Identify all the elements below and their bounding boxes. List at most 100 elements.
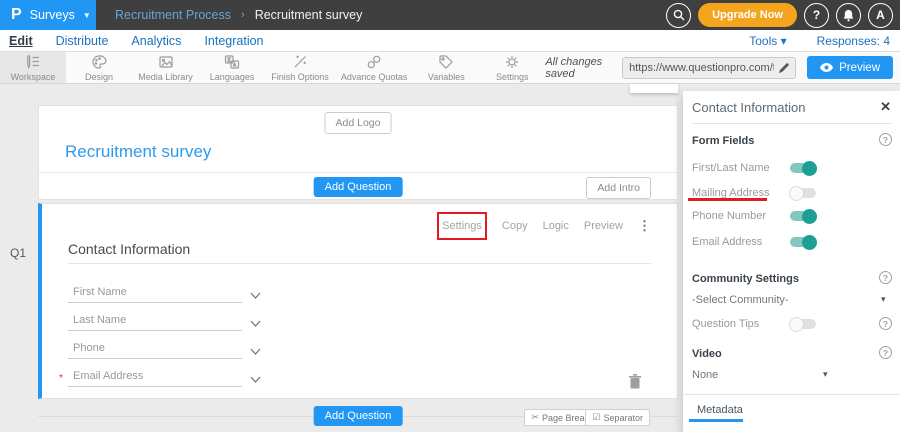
survey-title[interactable]: Recruitment survey bbox=[65, 142, 211, 162]
question-card[interactable]: Settings Copy Logic Preview ⋮ Contact In… bbox=[38, 203, 678, 399]
field-underline bbox=[68, 330, 242, 331]
toggle-knob bbox=[802, 209, 817, 224]
chevron-down-icon[interactable] bbox=[250, 286, 261, 304]
toolbar-item-languages[interactable]: Languages bbox=[199, 52, 265, 83]
toolbar-item-workspace[interactable]: Workspace bbox=[0, 52, 66, 83]
toolbar-item-finish-options[interactable]: Finish Options bbox=[265, 52, 335, 83]
chevron-down-icon[interactable]: ▾ bbox=[823, 369, 828, 380]
question-more-menu[interactable]: ⋮ bbox=[638, 218, 651, 234]
save-status: All changes saved bbox=[545, 56, 611, 80]
section-nav: Edit Distribute Analytics Integration To… bbox=[0, 30, 900, 52]
community-select[interactable]: -Select Community- bbox=[692, 294, 789, 306]
field-row-email: * Email Address bbox=[68, 360, 278, 388]
upgrade-now-button[interactable]: Upgrade Now bbox=[698, 3, 797, 27]
toggle-mailing-address[interactable] bbox=[790, 188, 816, 198]
chevron-down-icon[interactable] bbox=[250, 314, 261, 332]
scissors-icon: ✂ bbox=[531, 412, 539, 423]
toggle-first-last-name[interactable] bbox=[790, 163, 816, 173]
toolbar-item-advance-quotas[interactable]: Advance Quotas bbox=[335, 52, 413, 83]
tab-analytics[interactable]: Analytics bbox=[131, 34, 181, 48]
edit-pencil-icon[interactable] bbox=[779, 63, 789, 73]
question-copy-button[interactable]: Copy bbox=[502, 220, 528, 232]
nav-right: Tools ▾ Responses: 4 bbox=[749, 34, 900, 48]
toggle-label-phone-number: Phone Number bbox=[692, 210, 766, 222]
questionpro-survey-editor: P Surveys ▼ Recruitment Process › Recrui… bbox=[0, 0, 900, 432]
account-avatar[interactable]: A bbox=[868, 3, 893, 28]
tab-edit[interactable]: Edit bbox=[9, 34, 33, 48]
responses-count[interactable]: Responses: 4 bbox=[817, 34, 890, 48]
preview-button[interactable]: Preview bbox=[807, 56, 893, 79]
add-question-button[interactable]: Add Question bbox=[314, 177, 403, 197]
help-icon[interactable]: ? bbox=[879, 346, 892, 359]
toggle-phone-number[interactable] bbox=[790, 211, 816, 221]
help-icon[interactable]: ? bbox=[879, 317, 892, 330]
panel-header: Contact Information ✕ bbox=[692, 99, 891, 115]
required-marker: * bbox=[59, 373, 63, 384]
annotation-underline-mailing-address bbox=[688, 198, 767, 201]
question-actions: Settings Copy Logic Preview ⋮ bbox=[437, 212, 651, 240]
toolbar-item-settings[interactable]: Settings bbox=[479, 52, 545, 83]
toggle-knob bbox=[802, 161, 817, 176]
tab-metadata[interactable]: Metadata bbox=[697, 404, 743, 416]
survey-url-value: https://www.questionpro.com/t/APNrFZ bbox=[629, 62, 774, 74]
toolbar-item-variables[interactable]: Variables bbox=[413, 52, 479, 83]
chevron-down-icon[interactable]: ▾ bbox=[881, 294, 886, 305]
checkbox-icon: ☑ bbox=[592, 412, 600, 423]
field-label: First Name bbox=[73, 286, 127, 298]
question-logic-button[interactable]: Logic bbox=[543, 220, 569, 232]
toolbar-item-design[interactable]: Design bbox=[66, 52, 132, 83]
add-question-button-bottom[interactable]: Add Question bbox=[314, 406, 403, 426]
tools-menu[interactable]: Tools ▾ bbox=[749, 34, 786, 48]
tab-distribute[interactable]: Distribute bbox=[56, 34, 109, 48]
wand-icon bbox=[292, 54, 308, 70]
toggle-email-address[interactable] bbox=[790, 237, 816, 247]
tag-icon bbox=[438, 54, 454, 70]
community-settings-heading: Community Settings bbox=[692, 273, 799, 285]
contact-fields: * First Name * Last Name * Phone bbox=[68, 276, 278, 388]
add-logo-button[interactable]: Add Logo bbox=[325, 112, 392, 134]
help-button[interactable]: ? bbox=[804, 3, 829, 28]
nav-tabs: Edit Distribute Analytics Integration bbox=[0, 34, 264, 48]
separator-button[interactable]: ☑ Separator bbox=[585, 409, 650, 426]
toggle-knob bbox=[802, 235, 817, 250]
search-icon bbox=[673, 9, 685, 21]
field-underline bbox=[68, 302, 242, 303]
help-icon[interactable]: ? bbox=[879, 271, 892, 284]
question-title[interactable]: Contact Information bbox=[68, 241, 190, 257]
question-settings-button[interactable]: Settings bbox=[442, 220, 482, 232]
chevron-down-icon[interactable] bbox=[250, 342, 261, 360]
field-underline bbox=[68, 358, 242, 359]
add-question-row: Add Question ✂ Page Break ☑ Separator bbox=[38, 403, 678, 430]
add-intro-button[interactable]: Add Intro bbox=[586, 177, 651, 199]
content-top-corner bbox=[630, 84, 678, 93]
survey-header-actions: Add Question Add Intro bbox=[39, 172, 677, 199]
trash-icon bbox=[629, 374, 641, 389]
breadcrumb-survey-name[interactable]: Recruitment survey bbox=[255, 8, 363, 22]
close-icon[interactable]: ✕ bbox=[880, 99, 891, 115]
toggle-question-tips[interactable] bbox=[790, 319, 816, 329]
tab-integration[interactable]: Integration bbox=[204, 34, 263, 48]
field-row-last-name: * Last Name bbox=[68, 304, 278, 332]
survey-url-field[interactable]: https://www.questionpro.com/t/APNrFZ bbox=[622, 57, 796, 79]
editor-toolbar: Workspace Design Media Library Languages bbox=[0, 52, 900, 84]
chevron-down-icon[interactable] bbox=[250, 370, 261, 388]
toggle-label-first-last-name: First/Last Name bbox=[692, 162, 770, 174]
breadcrumb-folder[interactable]: Recruitment Process bbox=[115, 8, 231, 22]
metadata-active-underline bbox=[689, 419, 743, 422]
field-row-first-name: * First Name bbox=[68, 276, 278, 304]
bell-icon bbox=[842, 9, 855, 22]
top-header-bar: P Surveys ▼ Recruitment Process › Recrui… bbox=[0, 0, 900, 30]
notifications-button[interactable] bbox=[836, 3, 861, 28]
header-actions: Upgrade Now ? A bbox=[666, 3, 900, 28]
help-icon[interactable]: ? bbox=[879, 133, 892, 146]
product-switcher[interactable]: P Surveys ▼ bbox=[0, 0, 96, 30]
search-button[interactable] bbox=[666, 3, 691, 28]
video-select[interactable]: None bbox=[692, 369, 718, 381]
annotation-highlight-settings: Settings bbox=[437, 212, 487, 240]
palette-icon bbox=[91, 54, 107, 70]
question-preview-button[interactable]: Preview bbox=[584, 220, 623, 232]
question-divider bbox=[68, 263, 651, 264]
toolbar-item-media-library[interactable]: Media Library bbox=[132, 52, 199, 83]
delete-question-button[interactable] bbox=[629, 374, 641, 389]
question-mark-icon: ? bbox=[813, 8, 820, 22]
